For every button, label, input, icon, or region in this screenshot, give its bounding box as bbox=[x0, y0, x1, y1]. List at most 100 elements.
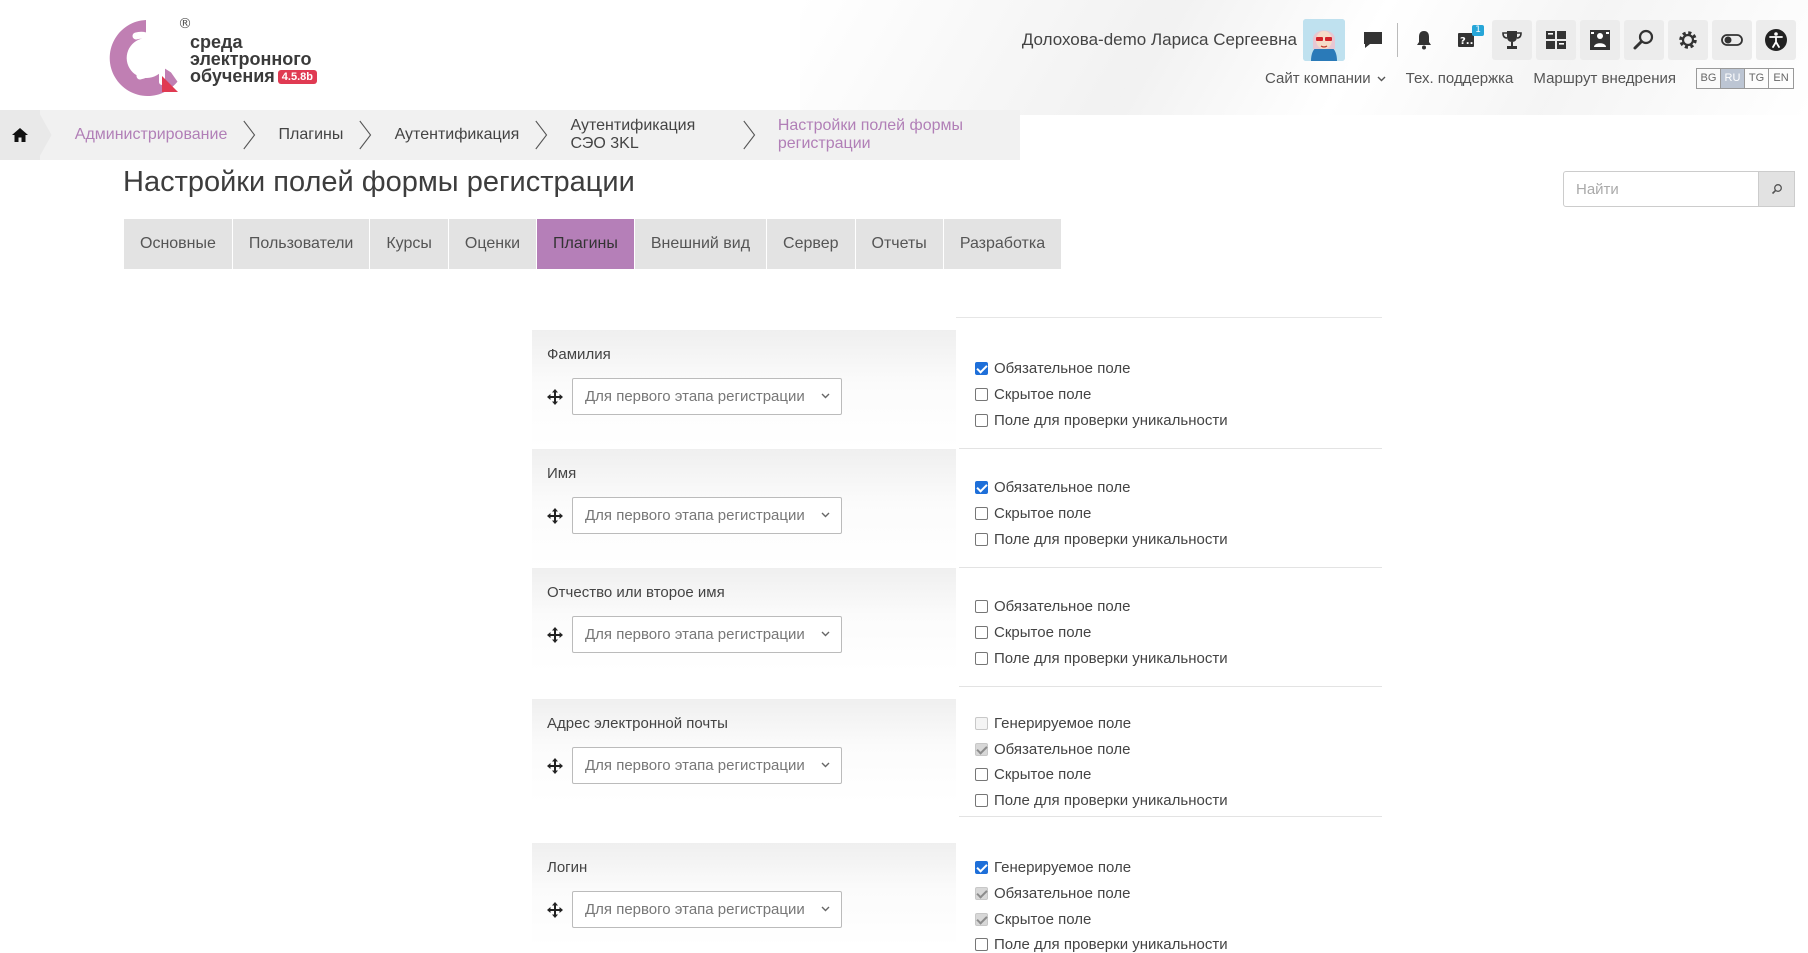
accessibility-button[interactable] bbox=[1756, 20, 1796, 60]
tech-support-link[interactable]: Тех. поддержка bbox=[1406, 70, 1514, 87]
global-search-button[interactable] bbox=[1624, 20, 1664, 60]
tab-courses[interactable]: Курсы bbox=[370, 219, 448, 269]
tab-grades[interactable]: Оценки bbox=[448, 219, 537, 269]
notifications-button[interactable] bbox=[1404, 20, 1444, 60]
lang-tg[interactable]: TG bbox=[1745, 69, 1769, 88]
chevron-down-icon bbox=[821, 906, 830, 912]
settings-button[interactable] bbox=[1668, 20, 1708, 60]
tab-reports[interactable]: Отчеты bbox=[855, 219, 943, 269]
option-hidden[interactable]: Скрытое поле bbox=[975, 384, 1091, 404]
breadcrumb-item-3kl-auth[interactable]: Аутентификация СЭО 3KL bbox=[549, 110, 743, 160]
required-checkbox[interactable] bbox=[975, 361, 988, 375]
field-options: Обязательное поле Скрытое поле Поле для … bbox=[959, 568, 1382, 687]
option-unique[interactable]: Поле для проверки уникальности bbox=[975, 790, 1228, 810]
user-tools-button[interactable] bbox=[1580, 20, 1620, 60]
tab-development[interactable]: Разработка bbox=[943, 219, 1062, 269]
logo[interactable]: ® среда электронного обучения 4.5.8b bbox=[106, 16, 336, 104]
registration-stage-select[interactable]: Для первого этапа регистрации bbox=[572, 497, 842, 534]
avatar[interactable] bbox=[1303, 19, 1345, 61]
breadcrumb-item-administration[interactable]: Администрирование bbox=[53, 110, 244, 160]
hidden-checkbox bbox=[975, 912, 988, 926]
implementation-route-link[interactable]: Маршрут внедрения bbox=[1533, 70, 1676, 87]
tab-server[interactable]: Сервер bbox=[767, 219, 855, 269]
option-hidden[interactable]: Скрытое поле bbox=[975, 503, 1091, 523]
field-settings-panel: Отчество или второе имя Для первого этап… bbox=[532, 568, 956, 672]
option-generated[interactable]: Генерируемое поле bbox=[975, 857, 1131, 877]
achievements-button[interactable] bbox=[1492, 20, 1532, 60]
field-label: Отчество или второе имя bbox=[547, 584, 725, 601]
hidden-checkbox[interactable] bbox=[975, 387, 988, 401]
option-label: Генерируемое поле bbox=[994, 714, 1132, 732]
unique-checkbox[interactable] bbox=[975, 793, 988, 807]
option-unique[interactable]: Поле для проверки уникальности bbox=[975, 529, 1228, 549]
dashboard-button[interactable] bbox=[1536, 20, 1576, 60]
registration-stage-select[interactable]: Для первого этапа регистрации bbox=[572, 616, 842, 653]
company-site-dropdown[interactable]: Сайт компании bbox=[1265, 70, 1386, 87]
option-required[interactable]: Обязательное поле bbox=[975, 477, 1130, 497]
help-button[interactable]: ?.. 1 bbox=[1448, 20, 1488, 60]
divider bbox=[956, 317, 1382, 318]
messages-button[interactable] bbox=[1353, 20, 1393, 60]
tab-plugins[interactable]: Плагины bbox=[537, 219, 634, 269]
logo-version-badge: 4.5.8b bbox=[277, 70, 317, 84]
breadcrumb-home[interactable] bbox=[0, 110, 40, 160]
option-unique[interactable]: Поле для проверки уникальности bbox=[975, 410, 1228, 430]
hidden-checkbox[interactable] bbox=[975, 506, 988, 520]
option-generated: Генерируемое поле bbox=[975, 713, 1131, 733]
required-checkbox[interactable] bbox=[975, 480, 988, 494]
registration-stage-select[interactable]: Для первого этапа регистрации bbox=[572, 891, 842, 928]
field-label: Адрес электронной почты bbox=[547, 715, 728, 732]
theme-toggle-button[interactable] bbox=[1712, 20, 1752, 60]
unique-checkbox[interactable] bbox=[975, 413, 988, 427]
hidden-checkbox[interactable] bbox=[975, 625, 988, 639]
option-hidden[interactable]: Скрытое поле bbox=[975, 622, 1091, 642]
tab-general[interactable]: Основные bbox=[124, 219, 232, 269]
chevron-down-icon bbox=[1377, 76, 1386, 81]
breadcrumb-item-authentication[interactable]: Аутентификация bbox=[373, 110, 536, 160]
option-hidden[interactable]: Скрытое поле bbox=[975, 764, 1091, 784]
unique-checkbox[interactable] bbox=[975, 532, 988, 546]
search-input[interactable] bbox=[1563, 171, 1759, 207]
bell-icon bbox=[1417, 31, 1431, 50]
breadcrumb-item-plugins[interactable]: Плагины bbox=[257, 110, 360, 160]
field-row-middlename: Отчество или второе имя Для первого этап… bbox=[532, 568, 1382, 687]
dashboard-grid-icon bbox=[1546, 31, 1566, 49]
field-options: Обязательное поле Скрытое поле Поле для … bbox=[959, 449, 1382, 568]
drag-move-icon[interactable] bbox=[546, 626, 564, 644]
registration-stage-select[interactable]: Для первого этапа регистрации bbox=[572, 747, 842, 784]
hidden-checkbox[interactable] bbox=[975, 767, 988, 781]
registration-stage-select[interactable]: Для первого этапа регистрации bbox=[572, 378, 842, 415]
company-site-label: Сайт компании bbox=[1264, 70, 1371, 87]
option-label: Поле для проверки уникальности bbox=[994, 791, 1228, 809]
logo-line-3: обучения bbox=[190, 66, 275, 86]
breadcrumb-separator-icon bbox=[535, 120, 548, 150]
drag-move-icon[interactable] bbox=[546, 507, 564, 525]
unique-checkbox[interactable] bbox=[975, 651, 988, 665]
option-unique[interactable]: Поле для проверки уникальности bbox=[975, 934, 1228, 953]
option-unique[interactable]: Поле для проверки уникальности bbox=[975, 648, 1228, 668]
tab-users[interactable]: Пользователи bbox=[232, 219, 370, 269]
tab-appearance[interactable]: Внешний вид bbox=[634, 219, 767, 269]
option-label: Поле для проверки уникальности bbox=[994, 530, 1228, 548]
required-checkbox[interactable] bbox=[975, 599, 988, 613]
breadcrumb-item-current[interactable]: Настройки полей формы регистрации bbox=[756, 110, 1020, 160]
lang-bg[interactable]: BG bbox=[1697, 69, 1721, 88]
drag-move-icon[interactable] bbox=[546, 757, 564, 775]
user-name[interactable]: Долохова-demo Лариса Сергеевна bbox=[1022, 30, 1297, 50]
field-settings-panel: Фамилия Для первого этапа регистрации bbox=[532, 330, 956, 449]
option-required[interactable]: Обязательное поле bbox=[975, 358, 1130, 378]
required-checkbox bbox=[975, 742, 988, 756]
option-label: Поле для проверки уникальности bbox=[994, 411, 1228, 429]
search-icon bbox=[1633, 29, 1654, 50]
search-button[interactable] bbox=[1759, 171, 1795, 207]
lang-ru[interactable]: RU bbox=[1721, 69, 1745, 88]
generated-checkbox[interactable] bbox=[975, 860, 988, 874]
drag-move-icon[interactable] bbox=[546, 388, 564, 406]
option-hidden: Скрытое поле bbox=[975, 909, 1091, 929]
header-divider bbox=[1397, 23, 1398, 57]
field-row-firstname: Имя Для первого этапа регистрации Обязат… bbox=[532, 449, 1382, 568]
unique-checkbox[interactable] bbox=[975, 937, 988, 951]
drag-move-icon[interactable] bbox=[546, 901, 564, 919]
option-required[interactable]: Обязательное поле bbox=[975, 596, 1130, 616]
lang-en[interactable]: EN bbox=[1769, 69, 1793, 88]
